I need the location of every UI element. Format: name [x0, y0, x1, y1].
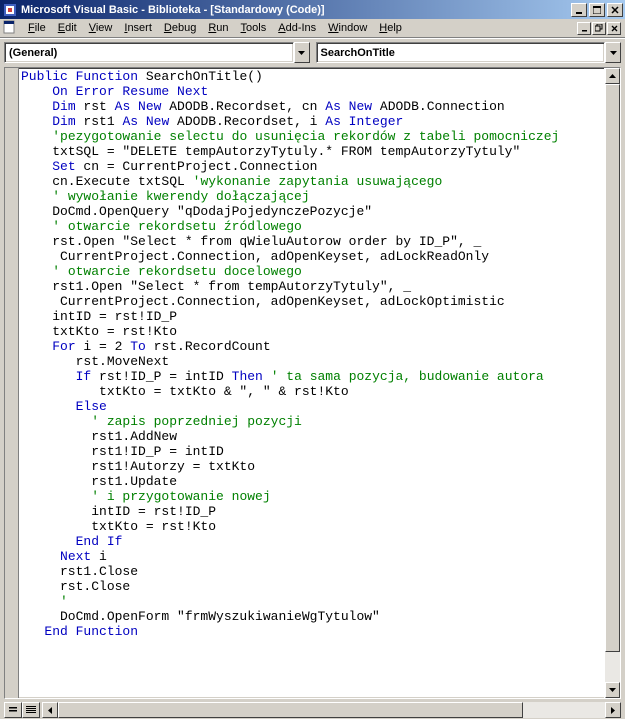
scroll-down-button[interactable]	[605, 682, 620, 698]
procedure-view-button[interactable]	[4, 702, 22, 718]
procedure-dropdown-button[interactable]	[605, 42, 621, 63]
mdi-document-icon[interactable]	[2, 20, 18, 36]
window-title: Microsoft Visual Basic - Biblioteka - [S…	[21, 4, 571, 16]
scroll-track-v[interactable]	[605, 84, 620, 682]
scroll-track-h[interactable]	[58, 702, 605, 718]
scroll-thumb-h[interactable]	[58, 702, 523, 718]
code-text[interactable]: Public Function SearchOnTitle() On Error…	[19, 68, 604, 698]
object-dropdown-button[interactable]	[294, 42, 310, 63]
menu-file[interactable]: File	[22, 20, 52, 36]
menu-addins[interactable]: Add-Ins	[272, 20, 322, 36]
code-navigator: (General) SearchOnTitle	[0, 38, 625, 66]
menu-view[interactable]: View	[83, 20, 119, 36]
menu-run[interactable]: Run	[202, 20, 234, 36]
procedure-dropdown-value: SearchOnTitle	[321, 47, 395, 59]
mdi-close-button[interactable]	[607, 22, 621, 35]
mdi-minimize-button[interactable]	[577, 22, 591, 35]
code-editor: Public Function SearchOnTitle() On Error…	[4, 67, 621, 699]
object-dropdown-value: (General)	[9, 47, 57, 59]
maximize-button[interactable]	[589, 3, 605, 17]
scroll-left-button[interactable]	[42, 702, 58, 718]
menu-tools[interactable]: Tools	[235, 20, 273, 36]
vertical-scrollbar[interactable]	[604, 68, 620, 698]
menu-debug[interactable]: Debug	[158, 20, 202, 36]
menubar: File Edit View Insert Debug Run Tools Ad…	[0, 19, 625, 38]
scroll-right-button[interactable]	[605, 702, 621, 718]
minimize-button[interactable]	[571, 3, 587, 17]
scroll-up-button[interactable]	[605, 68, 620, 84]
procedure-dropdown[interactable]: SearchOnTitle	[316, 42, 606, 63]
horizontal-scrollbar[interactable]	[42, 702, 621, 718]
close-button[interactable]	[607, 3, 623, 17]
mdi-restore-button[interactable]	[592, 22, 606, 35]
menu-help[interactable]: Help	[373, 20, 408, 36]
app-icon	[2, 2, 18, 18]
menu-edit[interactable]: Edit	[52, 20, 83, 36]
titlebar: Microsoft Visual Basic - Biblioteka - [S…	[0, 0, 625, 19]
scroll-thumb-v[interactable]	[605, 84, 620, 652]
menu-window[interactable]: Window	[322, 20, 373, 36]
object-dropdown[interactable]: (General)	[4, 42, 294, 63]
full-module-view-button[interactable]	[22, 702, 40, 718]
menu-insert[interactable]: Insert	[118, 20, 158, 36]
margin-indicator-bar[interactable]	[5, 68, 19, 698]
